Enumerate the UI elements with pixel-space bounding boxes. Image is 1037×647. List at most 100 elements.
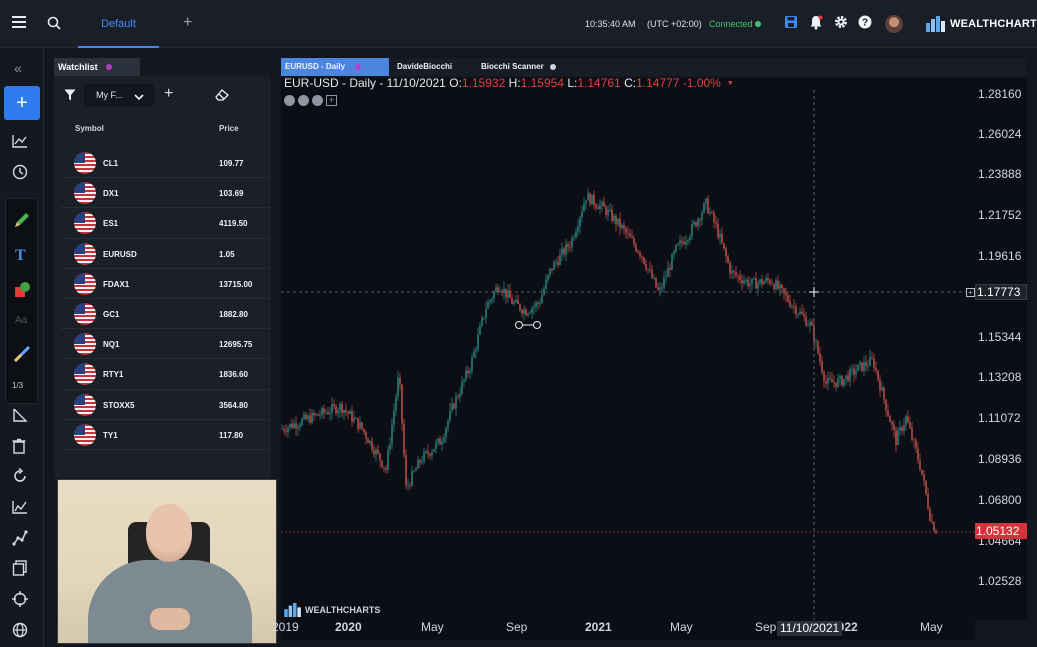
- watchlist-select[interactable]: My F...: [84, 84, 154, 106]
- candle-body: [627, 232, 629, 234]
- candle-body: [803, 314, 805, 317]
- globe-icon[interactable]: [12, 622, 32, 640]
- node-icon[interactable]: [12, 530, 32, 548]
- add-icon[interactable]: +: [4, 86, 40, 120]
- line-chart-icon[interactable]: [12, 134, 32, 152]
- candle-body: [709, 212, 711, 214]
- candlestick-chart[interactable]: [281, 78, 975, 620]
- candle-body: [311, 412, 313, 423]
- search-icon[interactable]: [47, 16, 61, 35]
- angle-tool-icon[interactable]: [12, 408, 32, 426]
- price-tick: 1.08936: [978, 452, 1022, 466]
- candle-body: [329, 412, 331, 415]
- indicator-icon[interactable]: [12, 500, 32, 518]
- crosshair-price-label: 1.17773: [975, 284, 1027, 300]
- add-symbol-icon[interactable]: +: [164, 85, 173, 103]
- candle-body: [757, 283, 759, 289]
- candle-body: [365, 432, 367, 439]
- column-symbol[interactable]: Symbol: [75, 124, 104, 133]
- trash-icon[interactable]: [12, 438, 32, 456]
- price-axis[interactable]: 1.28160 1.26024 1.23888 1.21752 1.19616 …: [975, 78, 1027, 620]
- watchlist-row[interactable]: ES1 4119.50: [60, 208, 271, 239]
- connection-status: Connected: [709, 19, 753, 29]
- candle-body: [581, 211, 583, 218]
- candle-body: [663, 277, 665, 288]
- legend-high-value: 1.15954: [520, 76, 564, 90]
- copy-icon[interactable]: [12, 560, 32, 578]
- price-tick: 1.21752: [978, 208, 1022, 222]
- eraser-icon[interactable]: [215, 88, 229, 106]
- timezone-label[interactable]: (UTC +02:00): [647, 19, 702, 29]
- candle-body: [623, 225, 625, 229]
- magnifier-tool-icon[interactable]: Aa: [15, 315, 27, 326]
- candle-body: [495, 287, 497, 293]
- tab-default[interactable]: Default: [78, 0, 159, 48]
- menu-icon[interactable]: [12, 16, 26, 31]
- tab-eurusd-daily[interactable]: EURUSD - Daily: [281, 58, 389, 76]
- legend-low-label: L:: [567, 76, 578, 90]
- collapse-icon[interactable]: «: [14, 60, 22, 76]
- candle-body: [715, 222, 717, 224]
- candle-body: [471, 357, 473, 371]
- candle-body: [641, 255, 643, 258]
- candle-body: [563, 248, 565, 255]
- shape-tool-icon[interactable]: [13, 281, 31, 304]
- candle-body: [767, 278, 769, 281]
- add-price-alert-icon[interactable]: +: [966, 288, 975, 297]
- watchlist-row[interactable]: NQ1 12695.75: [60, 329, 271, 360]
- watchlist-row[interactable]: TY1 117.80: [60, 420, 271, 450]
- candle-body: [909, 422, 911, 429]
- candle-body: [395, 396, 397, 411]
- candle-body: [927, 493, 929, 509]
- help-icon[interactable]: ?: [858, 15, 874, 31]
- candle-body: [453, 403, 455, 409]
- filter-icon[interactable]: [64, 88, 76, 106]
- chart-legend: EUR-USD - Daily - 11/10/2021 O:1.15932 H…: [284, 76, 734, 90]
- crosshair-icon[interactable]: [12, 591, 32, 609]
- candle-body: [339, 403, 341, 411]
- candle-body: [405, 454, 407, 486]
- watchlist-row[interactable]: RTY1 1836.60: [60, 359, 271, 390]
- alert-bell-icon[interactable]: [809, 15, 825, 31]
- candle-body: [933, 522, 935, 531]
- tab-watchlist[interactable]: Watchlist: [54, 58, 140, 76]
- clock-icon[interactable]: [12, 164, 32, 182]
- legend-close-value: 1.14777: [636, 76, 680, 90]
- chart-canvas[interactable]: [281, 78, 975, 620]
- tab-biocchi-scanner[interactable]: Biocchi Scanner: [477, 58, 573, 76]
- measure-icon[interactable]: [13, 345, 31, 368]
- candle-body: [549, 268, 551, 275]
- visibility-toggle-icon[interactable]: [284, 95, 295, 106]
- collapse-toggle-icon[interactable]: [312, 95, 323, 106]
- pencil-icon[interactable]: [13, 211, 31, 234]
- avatar[interactable]: [885, 15, 903, 33]
- tab-color-dot-icon: [550, 64, 556, 70]
- candle-body: [765, 278, 767, 282]
- candle-body: [723, 243, 725, 249]
- watchlist-row[interactable]: DX1 103.69: [60, 178, 271, 209]
- watchlist-row[interactable]: STOXX5 3564.80: [60, 390, 271, 420]
- watchlist-row[interactable]: EURUSD 1.05: [60, 239, 271, 269]
- add-indicator-icon[interactable]: +: [326, 95, 337, 106]
- row-symbol: STOXX5: [103, 400, 135, 410]
- watchlist-row[interactable]: GC1 1882.80: [60, 299, 271, 330]
- column-price[interactable]: Price: [219, 124, 239, 133]
- watchlist-row[interactable]: CL1 109.77: [60, 148, 271, 179]
- gear-icon[interactable]: [834, 15, 850, 31]
- drawing-handle-icon[interactable]: [515, 321, 541, 329]
- candle-body: [359, 422, 361, 429]
- watchlist-row[interactable]: FDAX1 13715.00: [60, 269, 271, 299]
- text-tool-icon[interactable]: T: [15, 247, 26, 265]
- candle-body: [793, 305, 795, 307]
- add-tab-icon[interactable]: +: [183, 14, 192, 32]
- tab-davidebiocchi[interactable]: DavideBiocchi: [393, 58, 477, 76]
- time-axis[interactable]: 2019 2020 May Sep 2021 May Sep 2022 May …: [272, 620, 975, 640]
- candle-body: [737, 275, 739, 277]
- row-price: 103.69: [219, 189, 244, 199]
- candle-body: [685, 241, 687, 245]
- candle-body: [497, 287, 499, 292]
- refresh-icon[interactable]: [12, 467, 32, 486]
- save-icon[interactable]: [784, 15, 800, 31]
- dropdown-toggle-icon[interactable]: [298, 95, 309, 106]
- candle-body: [383, 467, 385, 468]
